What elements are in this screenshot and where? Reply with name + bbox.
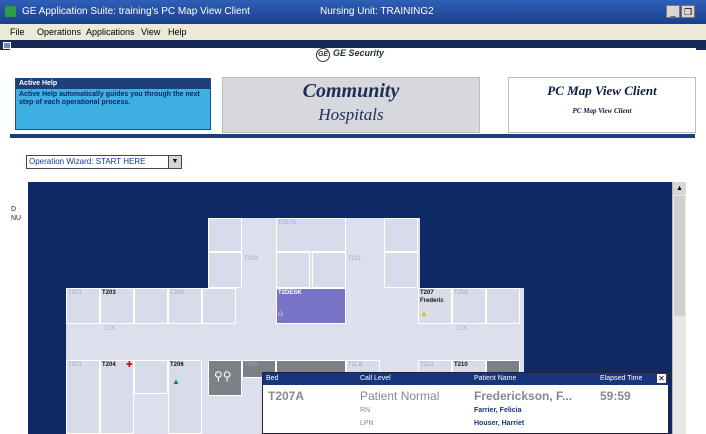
header-divider: [10, 134, 695, 138]
staff-role: LPN: [360, 420, 374, 427]
active-help-text: Active Help automatically guides you thr…: [19, 91, 200, 106]
room-t204-label: T204: [102, 362, 116, 368]
bell-icon[interactable]: ▲: [420, 310, 428, 318]
room-t209-label: T209: [244, 256, 258, 262]
room-tile[interactable]: [208, 252, 242, 288]
room-t205-label: T205: [170, 290, 184, 296]
title-bar: GE Application Suite: training's PC Map …: [0, 0, 706, 24]
active-help-title: Active Help: [16, 79, 210, 89]
client-subtitle: PC Map View Client: [572, 107, 632, 115]
corridor-t2x-label-2: T2X: [456, 326, 468, 332]
left-label-1: D: [11, 206, 17, 213]
room-tile[interactable]: [134, 360, 168, 394]
room-tile[interactable]: [486, 288, 520, 324]
left-label-2: NU: [11, 215, 22, 222]
chevron-down-icon[interactable]: ▼: [168, 156, 181, 168]
call-level-value: Patient Normal: [360, 389, 440, 403]
room-t207n-label: T207N: [278, 220, 297, 226]
staff-name: Houser, Harriet: [474, 420, 525, 427]
room-t210-label: T210: [454, 362, 468, 368]
col-bed: Bed: [266, 375, 279, 382]
ge-security-logo: GE GE Security: [316, 48, 384, 62]
logo-text: GE Security: [333, 48, 385, 58]
panel-header: Bed Call Level Patient Name Elapsed Time…: [263, 373, 668, 385]
patient-name-value: Frederickson, F...: [474, 389, 573, 403]
menu-bar: File Operations Applications View Help: [0, 24, 706, 40]
room-t201-label: T201: [68, 362, 82, 368]
room-tile[interactable]: [208, 218, 242, 252]
menu-operations[interactable]: Operations: [37, 27, 81, 37]
app-icon: [5, 6, 16, 17]
col-call-level: Call Level: [360, 375, 391, 382]
active-help-panel: Active Help Active Help automatically gu…: [15, 78, 211, 130]
elapsed-time-value: 59:59: [600, 389, 631, 403]
col-patient-name: Patient Name: [474, 375, 517, 382]
hospital-line2: Hospitals: [318, 105, 384, 124]
room-tile[interactable]: [312, 252, 346, 288]
room-tile[interactable]: [384, 252, 418, 288]
map-vertical-scrollbar[interactable]: ▲: [672, 182, 686, 434]
bell-icon[interactable]: ▲: [172, 378, 180, 386]
bed-value: T207A: [268, 389, 305, 403]
hospital-line1: Community: [302, 80, 400, 102]
operation-wizard-dropdown[interactable]: Operation Wizard: START HERE ▼: [26, 155, 182, 169]
menu-applications[interactable]: Applications: [86, 27, 135, 37]
staff-role: RN: [360, 407, 371, 414]
room-t212-label: T212: [420, 362, 434, 368]
room-tile[interactable]: [384, 218, 418, 252]
room-t2lb-label: T2LB: [348, 362, 363, 368]
bell-icon[interactable]: ⍝: [278, 310, 286, 318]
room-tile[interactable]: [202, 288, 236, 324]
client-title: PC Map View Client: [547, 83, 657, 98]
menu-file[interactable]: File: [10, 27, 25, 37]
alert-icon[interactable]: ✚: [126, 361, 134, 369]
hospital-name-box: Community Hospitals: [222, 77, 480, 133]
left-edge-labels: D NU: [11, 205, 21, 223]
scroll-thumb[interactable]: [674, 196, 685, 316]
room-t206[interactable]: [168, 360, 202, 434]
room-t206-label: T206: [170, 362, 184, 368]
restore-button[interactable]: ❐: [681, 5, 695, 18]
ge-logo-icon: GE: [316, 48, 330, 62]
restroom-icon: ⚲⚲: [214, 369, 232, 383]
room-t201[interactable]: [66, 360, 100, 434]
call-info-panel: Bed Call Level Patient Name Elapsed Time…: [262, 372, 669, 434]
nursing-unit-label: Nursing Unit: TRAINING2: [320, 6, 434, 17]
col-elapsed-time: Elapsed Time: [600, 375, 643, 382]
corridor-t2x-label-1: T2X: [104, 326, 116, 332]
close-icon[interactable]: ✕: [657, 374, 666, 383]
window-title: GE Application Suite: training's PC Map …: [22, 6, 250, 17]
room-t203-label: T203: [102, 290, 116, 296]
minimize-button[interactable]: _: [666, 5, 680, 18]
room-t2desk-label: T2DESK: [278, 290, 302, 296]
room-tile[interactable]: [276, 252, 310, 288]
menu-view[interactable]: View: [141, 27, 160, 37]
room-t208-label: T208: [454, 290, 468, 296]
room-t207-label: T207: [420, 290, 434, 296]
wizard-selected-value: Operation Wizard: START HERE: [29, 157, 146, 166]
room-tile[interactable]: [134, 288, 168, 324]
staff-name: Farrier, Felicia: [474, 407, 522, 414]
room-t211-label: T211: [348, 256, 362, 262]
room-t204[interactable]: [100, 360, 134, 434]
room-t201-top-label: T201: [68, 290, 82, 296]
room-t205b-label: T205: [244, 362, 258, 368]
client-name-box: PC Map View Client PC Map View Client: [508, 77, 696, 133]
room-t207-patient-label: Frederic: [420, 298, 444, 304]
scroll-up-arrow-icon[interactable]: ▲: [673, 182, 686, 195]
menu-help[interactable]: Help: [168, 27, 187, 37]
